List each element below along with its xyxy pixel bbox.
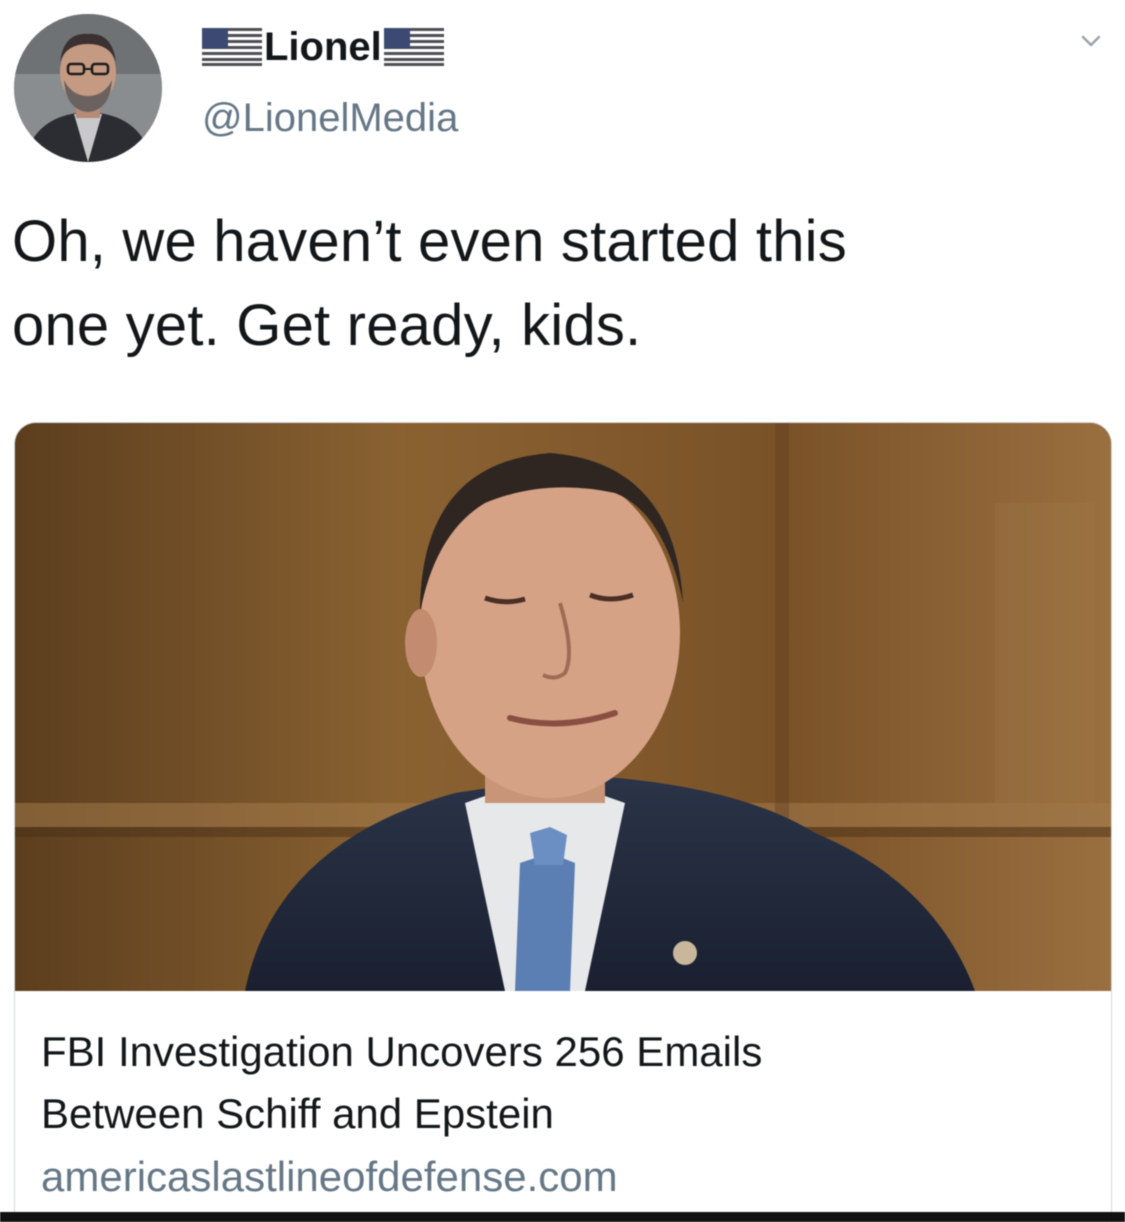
bottom-edge-bar [0,1212,1125,1222]
tweet-text: Oh, we haven’t even started this one yet… [12,200,1102,368]
us-flag-icon [383,28,444,66]
link-preview-title-line: Between Schiff and Epstein [41,1090,554,1137]
link-preview-title-line: FBI Investigation Uncovers 256 Emails [41,1028,763,1075]
link-preview-title[interactable]: FBI Investigation Uncovers 256 Emails Be… [41,1021,1081,1145]
tweet-text-line: one yet. Get ready, kids. [12,293,642,358]
link-preview-card[interactable]: FBI Investigation Uncovers 256 Emails Be… [14,422,1112,1222]
link-preview-domain[interactable]: americaslastlineofdefense.com [41,1153,618,1201]
us-flag-icon [202,28,262,66]
display-name-row[interactable]: Lionel [200,22,446,72]
tweet-text-line: Oh, we haven’t even started this [12,209,847,274]
avatar[interactable] [14,14,162,162]
user-handle[interactable]: @LionelMedia [202,96,458,141]
tweet-screenshot: Lionel @LionelMedia Oh, we haven’t even … [0,0,1125,1222]
link-preview-image[interactable] [15,423,1111,991]
chevron-down-icon[interactable] [1076,26,1106,56]
display-name: Lionel [264,24,382,69]
